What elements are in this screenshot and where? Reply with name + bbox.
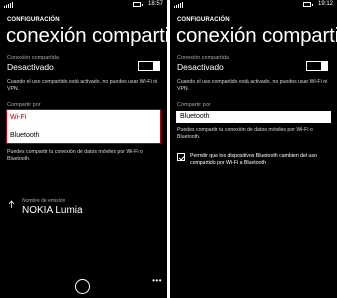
checkmark-icon [178,155,186,161]
page-title: conexión compartida [176,24,337,47]
left-phone-screen: 18:57 CONFIGURACIÓN conexión compartida … [0,0,167,298]
sharing-toggle[interactable] [306,61,328,71]
sharing-value: Desactivado [7,62,54,72]
share-over-label: Compartir por [7,102,41,108]
toggle-thumb [153,61,159,70]
sharing-label: Conexión compartida [177,55,229,61]
status-bar: 18:57 [0,0,167,10]
bluetooth-permission-text: Permitir que los dispositivos Bluetooth … [190,153,317,167]
sharing-toggle[interactable] [138,61,160,71]
page-title: conexión compartida [6,24,167,47]
option-wifi[interactable]: Wi-Fi [7,114,26,121]
status-time: 18:57 [147,1,163,7]
sharing-value: Desactivado [177,62,224,72]
share-over-picker[interactable]: Bluetooth [176,111,331,123]
bluetooth-permission-checkbox[interactable] [177,153,186,161]
signal-icon [174,2,183,8]
share-over-note: Puedes compartir tu conexión de datos mó… [177,127,313,141]
battery-icon [133,2,143,7]
status-time: 19:12 [317,1,333,7]
compass-button[interactable] [75,279,90,294]
right-phone-screen: 19:12 CONFIGURACIÓN conexión compartida … [170,0,337,298]
selected-option: Bluetooth [180,113,210,120]
page-label: CONFIGURACIÓN [7,17,60,23]
app-bar: ••• [0,276,167,298]
status-bar: 19:12 [170,0,337,10]
option-bluetooth[interactable]: Bluetooth [7,132,40,139]
broadcast-name-label: Nombre de emisión [22,198,66,204]
broadcast-name: NOKIA Lumia [22,205,83,216]
sharing-note: Cuando el uso compartido está activado, … [177,79,328,93]
sharing-note: Cuando el uso compartido está activado, … [7,79,158,93]
page-label: CONFIGURACIÓN [177,17,230,23]
share-over-note: Puedes compartir tu conexión de datos mó… [7,149,143,163]
toggle-thumb [321,61,327,70]
battery-icon [303,2,313,7]
device-icon [8,200,15,208]
share-over-label: Compartir por [177,102,211,108]
sharing-label: Conexión compartida [7,55,59,61]
more-button[interactable]: ••• [152,276,162,285]
signal-icon [4,2,13,8]
share-over-picker-expanded[interactable]: Wi-Fi Bluetooth [6,109,161,144]
compass-icon [80,284,86,290]
